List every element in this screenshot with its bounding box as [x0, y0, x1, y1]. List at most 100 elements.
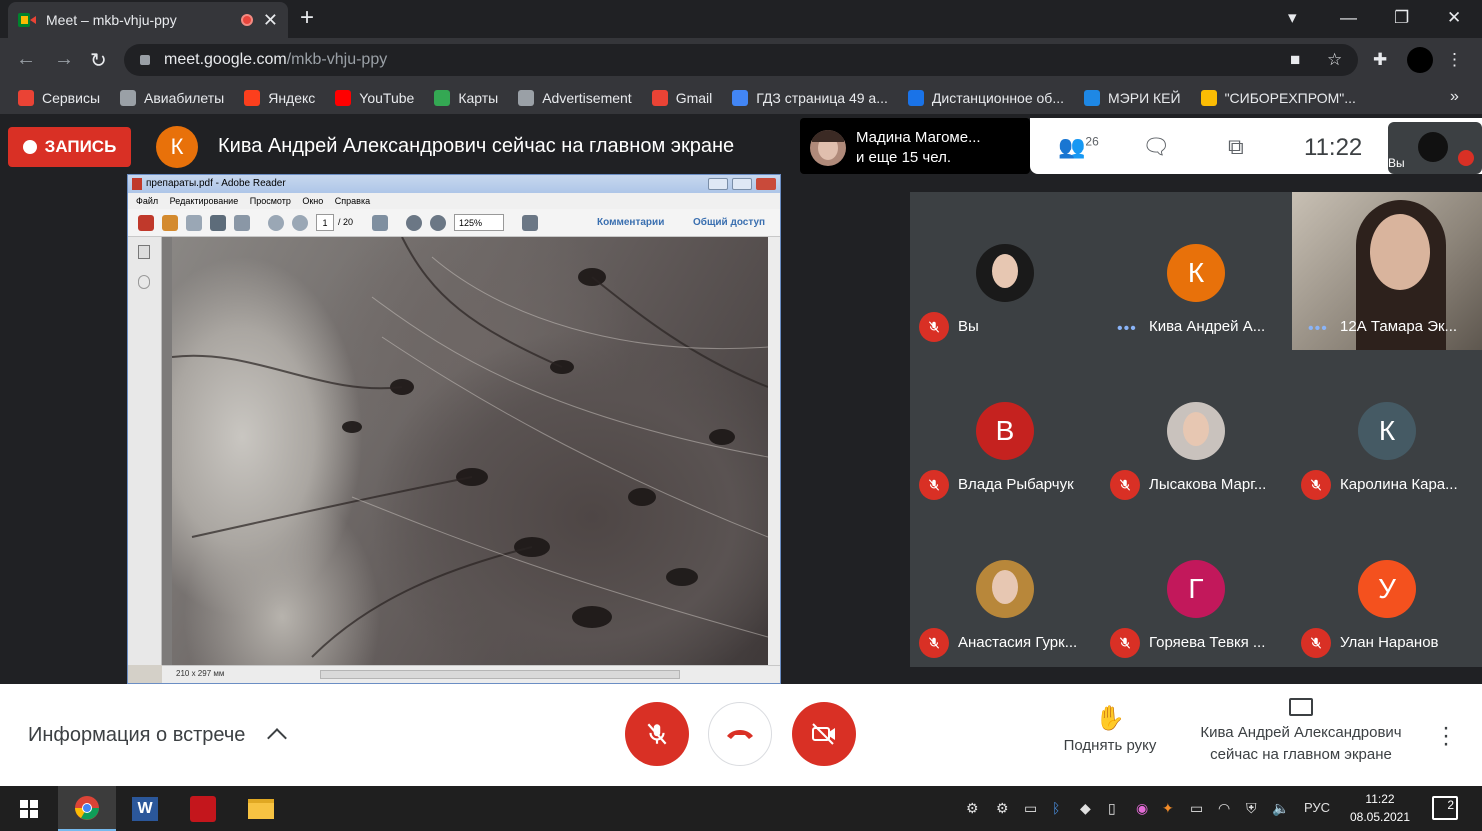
menu-file[interactable]: Файл	[136, 196, 158, 206]
input-language[interactable]: РУС	[1304, 800, 1330, 815]
back-button[interactable]: ←	[16, 48, 36, 71]
menu-window[interactable]: Окно	[302, 196, 323, 206]
volume-icon[interactable]: 🔈	[1272, 800, 1289, 817]
raise-hand-button[interactable]: ✋ Поднять руку	[1060, 704, 1160, 754]
participant-tile[interactable]: ••• 12А Тамара Эк...	[1292, 192, 1482, 350]
reader-horizontal-scrollbar[interactable]: 210 x 297 мм	[162, 665, 780, 683]
microphone-toggle-button[interactable]	[625, 702, 689, 766]
share-link[interactable]: Общий доступ	[693, 217, 765, 228]
tray-app4-icon[interactable]: ◉	[1136, 800, 1148, 817]
activities-icon[interactable]: ⧉	[1228, 134, 1244, 160]
start-button[interactable]	[0, 786, 58, 831]
participant-name: Анастасия Гурк...	[958, 634, 1078, 651]
bookmark-item[interactable]: Дистанционное об...	[907, 90, 1064, 106]
menu-view[interactable]: Просмотр	[250, 196, 291, 206]
bookmark-item[interactable]: Advertisement	[518, 90, 632, 106]
attachments-icon[interactable]	[138, 275, 150, 289]
forward-button[interactable]: →	[54, 48, 74, 71]
select-tool-icon[interactable]	[372, 215, 388, 231]
more-bookmarks-button[interactable]: »	[1450, 88, 1459, 106]
participants-preview[interactable]: Мадина Магоме... и еще 15 чел.	[800, 118, 1030, 174]
email-icon[interactable]	[234, 215, 250, 231]
file-explorer-taskbar-icon[interactable]	[232, 786, 290, 831]
browser-tab[interactable]: Meet – mkb-vhju-ppy ✕	[8, 2, 288, 38]
previous-page-icon[interactable]	[268, 215, 284, 231]
tray-app2-icon[interactable]: ⚙	[996, 800, 1009, 817]
pages-panel-icon[interactable]	[138, 245, 150, 259]
meet-now-icon[interactable]: ▭	[1024, 800, 1037, 817]
profile-dropdown-icon[interactable]: ▾	[1288, 8, 1297, 28]
menu-help[interactable]: Справка	[335, 196, 370, 206]
battery-icon[interactable]: ▭	[1190, 800, 1203, 817]
page-number-input[interactable]: 1	[316, 214, 334, 231]
open-icon[interactable]	[162, 215, 178, 231]
zoom-in-icon[interactable]	[430, 215, 446, 231]
reload-button[interactable]: ↻	[90, 48, 107, 73]
bookmark-item[interactable]: МЭРИ КЕЙ	[1084, 90, 1181, 106]
close-tab-icon[interactable]: ✕	[263, 11, 278, 29]
meeting-details-button[interactable]: Информация о встрече	[28, 724, 245, 747]
word-taskbar-icon[interactable]: W	[116, 786, 174, 831]
participant-tile[interactable]: К ••• Кива Андрей А...	[1101, 192, 1291, 350]
usb-icon[interactable]: ▯	[1108, 800, 1116, 817]
participant-tile[interactable]: Вы	[910, 192, 1100, 350]
tray-app5-icon[interactable]: ✦	[1162, 800, 1174, 817]
action-center-icon[interactable]: 2	[1432, 796, 1458, 820]
people-icon[interactable]: 👥26	[1058, 134, 1099, 160]
print-icon[interactable]	[210, 215, 226, 231]
extensions-icon[interactable]: ✚	[1373, 50, 1387, 70]
wifi-icon[interactable]: ◠	[1218, 800, 1230, 817]
fit-page-icon[interactable]	[522, 215, 538, 231]
new-tab-button[interactable]: +	[300, 6, 314, 30]
participant-tile[interactable]: Анастасия Гурк...	[910, 508, 1100, 666]
create-pdf-icon[interactable]	[138, 215, 154, 231]
participant-tile[interactable]: В Влада Рыбарчук	[910, 350, 1100, 508]
bookmark-item[interactable]: Яндекс	[244, 90, 315, 106]
profile-avatar[interactable]	[1407, 47, 1433, 73]
recording-button[interactable]: ЗАПИСЬ	[8, 127, 131, 167]
reader-vertical-scrollbar[interactable]	[768, 237, 780, 665]
bluetooth-icon[interactable]: ᛒ	[1052, 800, 1060, 816]
bookmark-item[interactable]: Авиабилеты	[120, 90, 224, 106]
tray-app3-icon[interactable]: ◆	[1080, 800, 1091, 817]
bookmark-item[interactable]: YouTube	[335, 90, 414, 106]
comments-link[interactable]: Комментарии	[597, 217, 664, 228]
participant-tile[interactable]: Лысакова Марг...	[1101, 350, 1291, 508]
bookmark-item[interactable]: Карты	[434, 90, 498, 106]
bookmark-item[interactable]: Сервисы	[18, 90, 100, 106]
chevron-up-icon[interactable]	[267, 728, 287, 748]
bookmark-item[interactable]: "СИБОРЕХПРОМ"...	[1200, 90, 1356, 106]
tray-app-icon[interactable]: ⚙	[966, 800, 979, 817]
zoom-level-select[interactable]: 125%	[454, 214, 504, 231]
chrome-taskbar-icon[interactable]	[58, 786, 116, 831]
menu-edit[interactable]: Редактирование	[170, 196, 239, 206]
reader-minimize-button[interactable]	[708, 178, 728, 190]
camera-in-use-icon[interactable]: ■	[1290, 50, 1300, 70]
presenting-button[interactable]: Кива Андрей Александрович сейчас на глав…	[1190, 698, 1412, 766]
chrome-menu-icon[interactable]: ⋮	[1446, 50, 1463, 70]
reader-maximize-button[interactable]	[732, 178, 752, 190]
close-window-button[interactable]: ✕	[1447, 8, 1461, 28]
save-icon[interactable]	[186, 215, 202, 231]
minimize-button[interactable]: —	[1340, 8, 1357, 28]
restore-button[interactable]: ❐	[1394, 8, 1409, 28]
bookmark-star-icon[interactable]: ☆	[1327, 50, 1342, 70]
participant-tile[interactable]: У Улан Наранов	[1292, 508, 1482, 666]
leave-call-button[interactable]	[708, 702, 772, 766]
url-field[interactable]: meet.google.com/mkb-vhju-ppy	[124, 44, 1358, 76]
more-options-icon[interactable]: · · ·	[1438, 716, 1454, 756]
participant-tile[interactable]: Г Горяева Тевкя ...	[1101, 508, 1291, 666]
taskbar-clock[interactable]: 11:22 08.05.2021	[1340, 790, 1420, 826]
self-view-tile[interactable]: Вы	[1388, 122, 1482, 174]
camera-toggle-button[interactable]	[792, 702, 856, 766]
reader-close-button[interactable]	[756, 178, 776, 190]
scroll-thumb[interactable]	[320, 670, 680, 679]
security-icon[interactable]: ⛨	[1246, 800, 1257, 817]
bookmark-item[interactable]: Gmail	[651, 90, 712, 106]
zoom-out-icon[interactable]	[406, 215, 422, 231]
next-page-icon[interactable]	[292, 215, 308, 231]
chat-icon[interactable]: 🗨	[1142, 134, 1170, 160]
acrobat-taskbar-icon[interactable]	[174, 786, 232, 831]
participant-tile[interactable]: К Каролина Кара...	[1292, 350, 1482, 508]
bookmark-item[interactable]: ГДЗ страница 49 а...	[732, 90, 888, 106]
